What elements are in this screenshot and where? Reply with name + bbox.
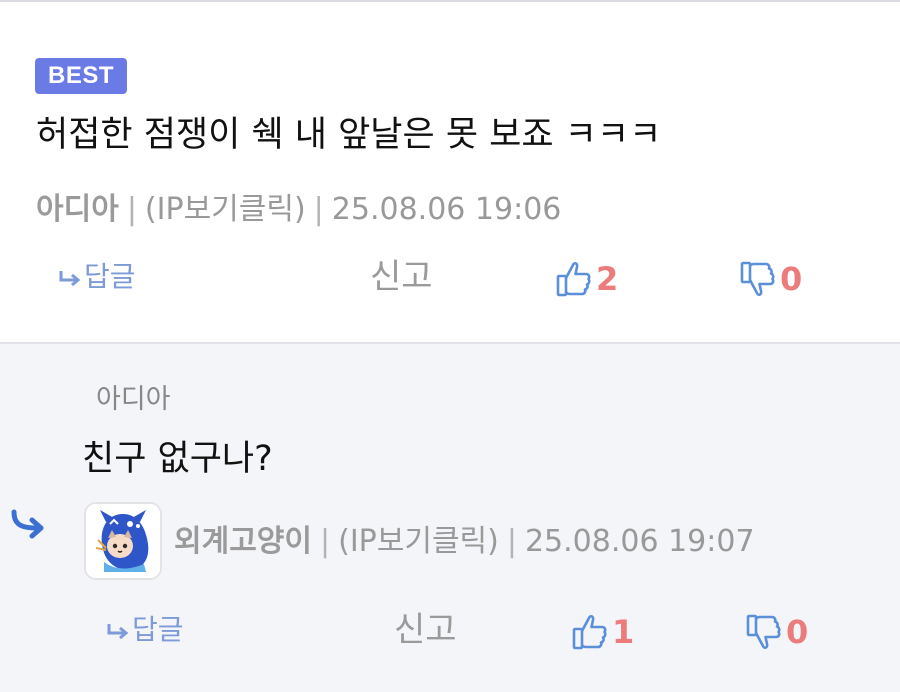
upvote-button[interactable]: 1 (572, 605, 634, 657)
thumbs-up-icon (572, 614, 607, 650)
comment-timestamp: 25.08.06 19:06 (331, 192, 562, 227)
comment-text: 허접한 점쟁이 쉑 내 앞날은 못 보죠 ㅋㅋㅋ (36, 115, 662, 155)
comment-meta: 아디아 | (IP보기클릭) | 25.08.06 19:06 (36, 190, 561, 230)
best-comment: BEST 허접한 점쟁이 쉑 내 앞날은 못 보죠 ㅋㅋㅋ 아디아 | (IP보기클… (0, 2, 900, 342)
downvote-count: 0 (780, 260, 803, 298)
reply-button-label: 답글 (84, 260, 136, 293)
downvote-button[interactable]: 0 (746, 605, 808, 657)
thumbs-down-icon (740, 261, 775, 297)
reply-arrow-icon (107, 624, 129, 640)
thumbs-down-icon (746, 614, 781, 650)
comment-author[interactable]: 아디아 (36, 192, 119, 227)
meta-separator: | (126, 192, 137, 227)
comment-author[interactable]: 외계고양이 (174, 524, 312, 559)
downvote-count: 0 (786, 613, 809, 651)
cat-character-avatar-icon (86, 504, 160, 578)
upvote-count: 2 (596, 260, 619, 298)
comment-meta: 외계고양이 | (IP보기클릭) | 25.08.06 19:07 (174, 522, 755, 562)
reply-comment: 아디아 친구 없구나? 외계고양이 | (IP보기클릭) | 25.08.06 19:0… (0, 344, 900, 692)
thumbs-up-icon (556, 261, 591, 297)
ip-view-link[interactable]: (IP보기클릭) (338, 524, 499, 559)
reply-button-label: 답글 (132, 613, 184, 646)
meta-separator: | (313, 192, 324, 227)
reply-button[interactable]: 답글 (106, 605, 184, 655)
reply-button[interactable]: 답글 (58, 252, 136, 302)
ip-view-link[interactable]: (IP보기클릭) (145, 192, 306, 227)
avatar[interactable] (84, 502, 162, 580)
comment-text: 친구 없구나? (82, 439, 273, 479)
reply-indicator-arrow-icon (11, 509, 44, 539)
comment-timestamp: 25.08.06 19:07 (524, 524, 755, 559)
meta-separator: | (320, 524, 331, 559)
meta-separator: | (506, 524, 517, 559)
reply-arrow-icon (59, 271, 81, 287)
reply-target-name: 아디아 (96, 384, 171, 415)
report-button[interactable]: 신고 (370, 252, 433, 302)
upvote-count: 1 (612, 613, 635, 651)
best-badge: BEST (35, 58, 128, 94)
report-button[interactable]: 신고 (394, 605, 457, 655)
upvote-button[interactable]: 2 (556, 252, 618, 304)
downvote-button[interactable]: 0 (740, 252, 802, 304)
